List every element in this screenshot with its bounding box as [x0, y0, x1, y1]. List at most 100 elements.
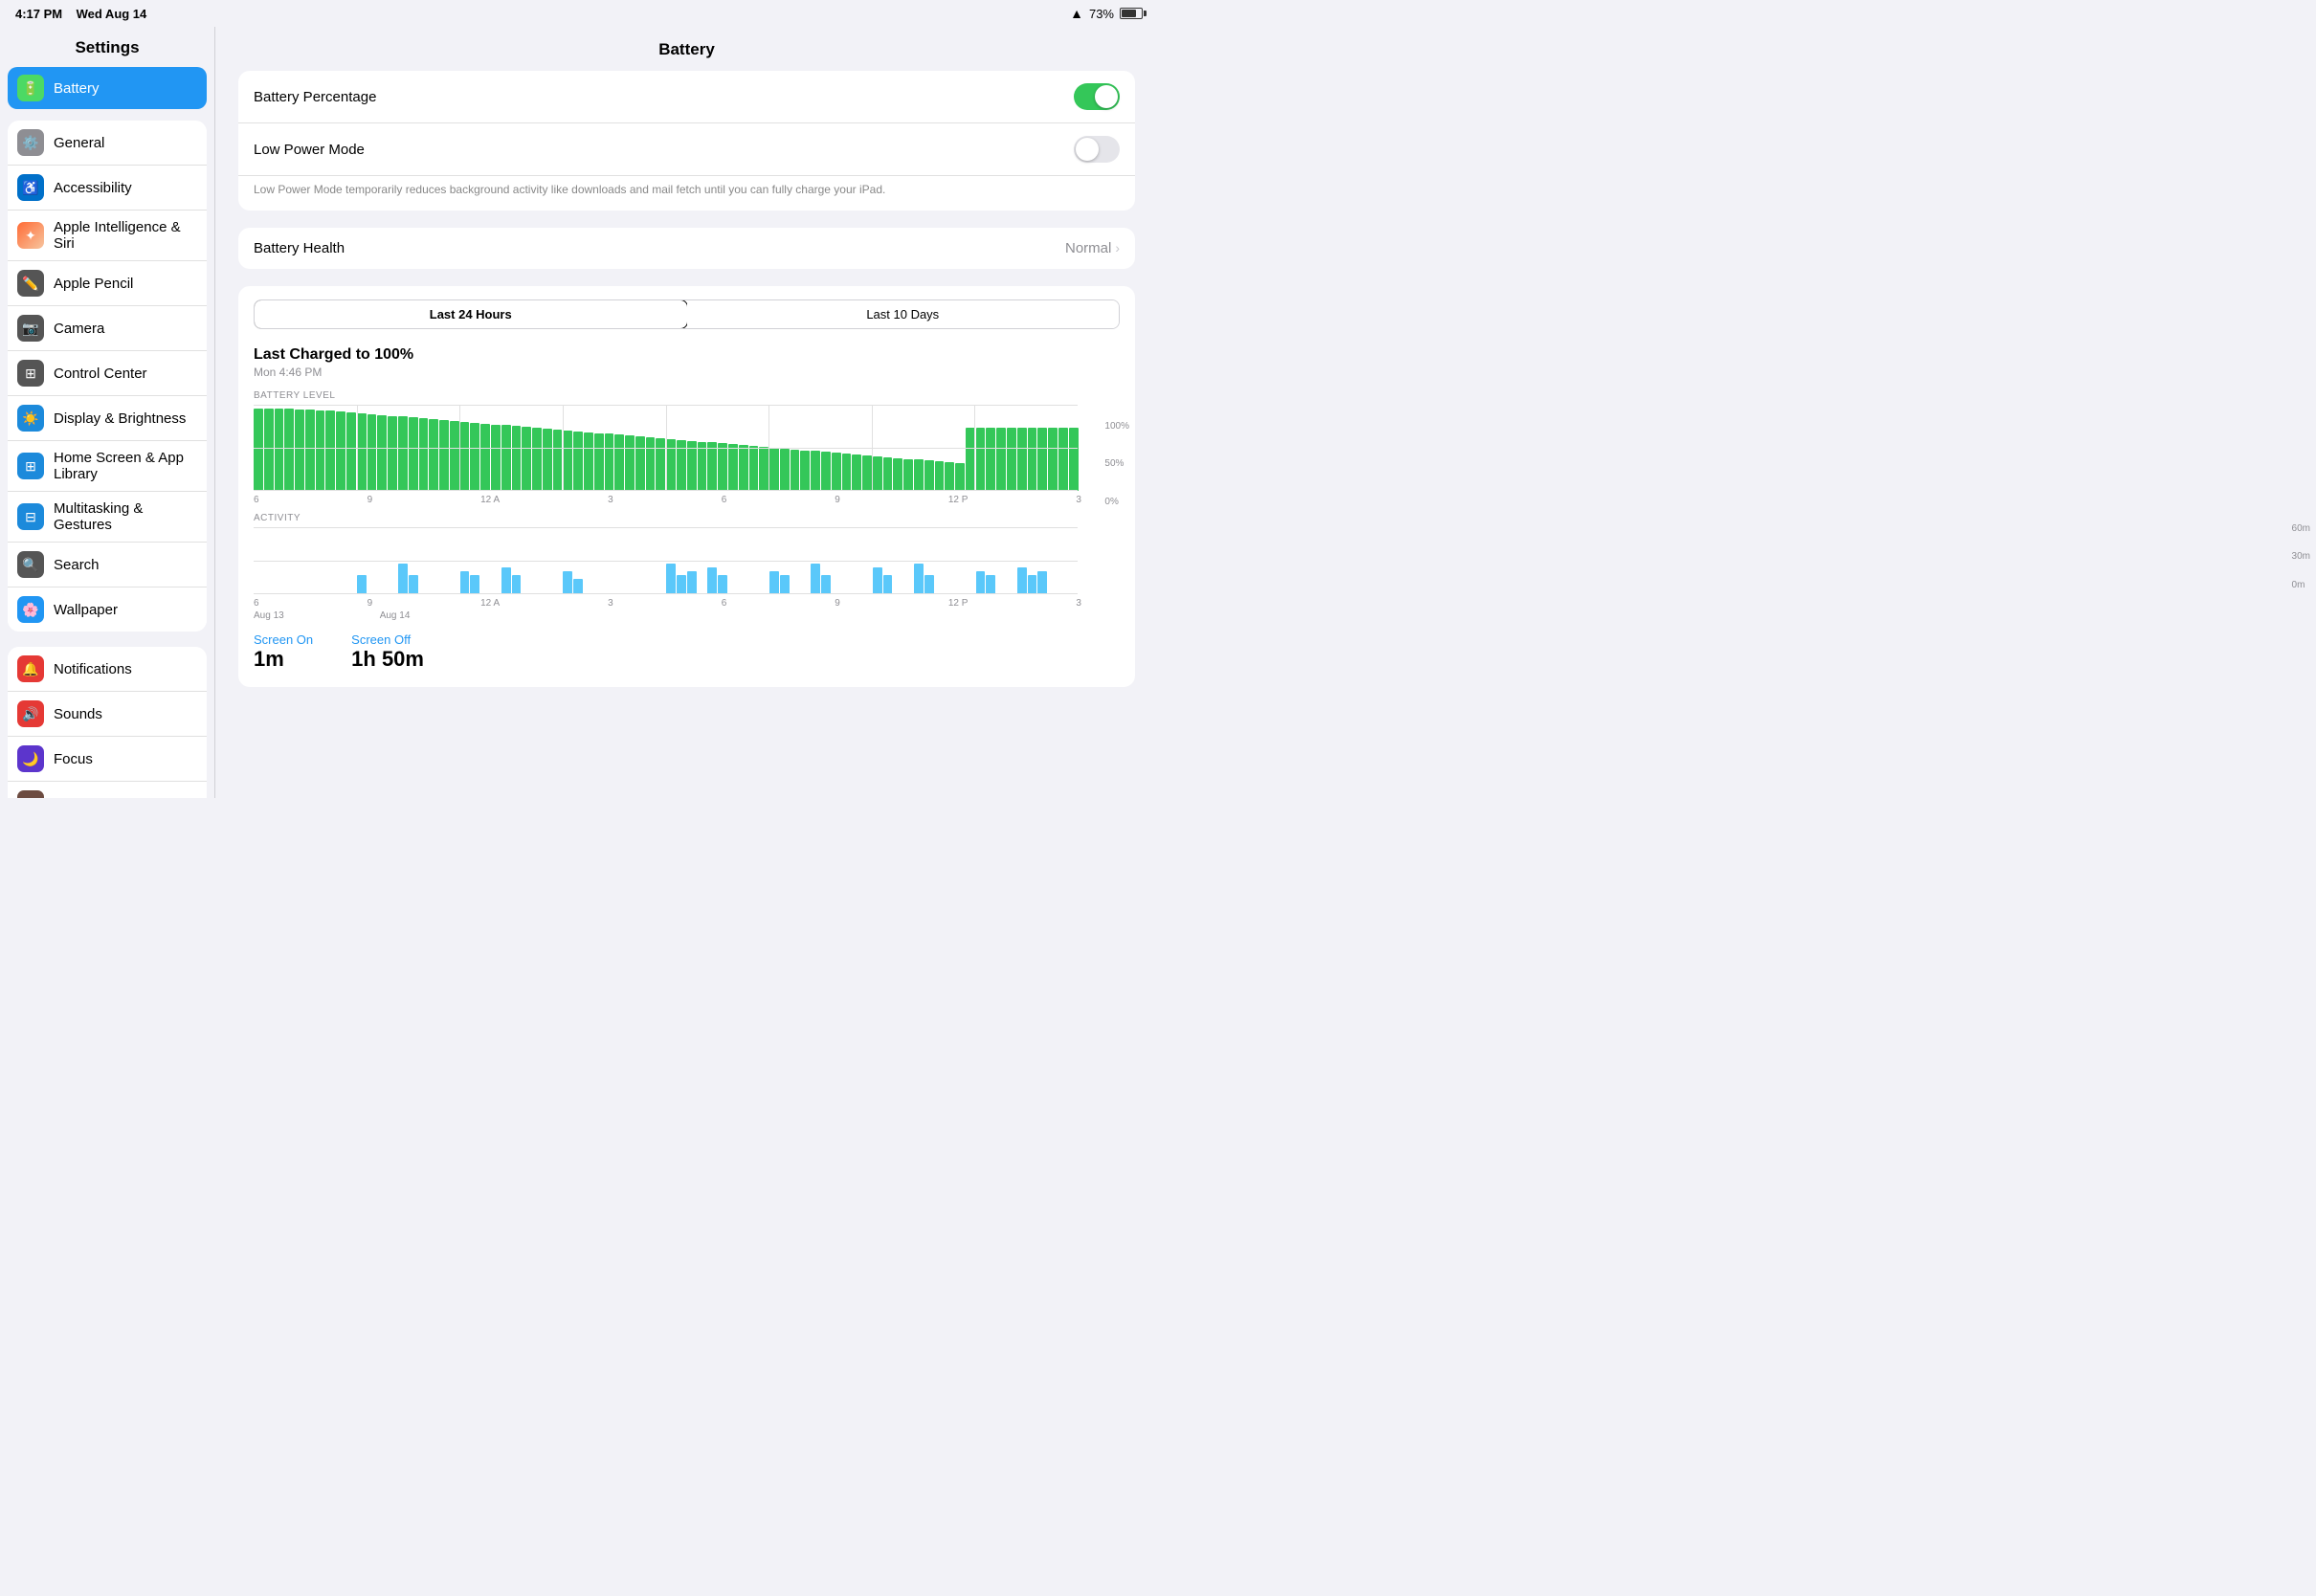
sidebar-item-ai[interactable]: ✦ Apple Intelligence & Siri — [8, 211, 207, 261]
battery-level-section: BATTERY LEVEL — [238, 390, 1135, 505]
battery-bar — [646, 437, 656, 491]
content-area: Battery Battery Percentage Low Power Mod… — [215, 27, 1158, 798]
battery-bar — [625, 435, 635, 491]
sidebar-item-screentime[interactable]: ⏱ Screen Time — [8, 782, 207, 798]
battery-percentage-toggle[interactable] — [1074, 83, 1120, 110]
battery-health-row[interactable]: Battery Health Normal › — [238, 228, 1135, 269]
battery-bar — [935, 461, 945, 491]
low-power-toggle[interactable] — [1074, 136, 1120, 163]
sidebar-ai-label: Apple Intelligence & Siri — [54, 219, 197, 252]
y-label-0: 0% — [1104, 497, 1129, 507]
activity-bar — [1017, 567, 1027, 594]
battery-bar — [1058, 428, 1068, 491]
low-power-note: Low Power Mode temporarily reduces backg… — [238, 176, 1135, 211]
battery-bar — [759, 447, 768, 491]
sidebar-item-multitask[interactable]: ⊟ Multitasking & Gestures — [8, 492, 207, 543]
battery-fill — [1122, 10, 1136, 17]
activity-bar — [573, 579, 583, 594]
battery-chart-card: Last 24 Hours Last 10 Days Last Charged … — [238, 286, 1135, 687]
ai-icon: ✦ — [17, 222, 44, 249]
xla-3a: 3 — [608, 598, 613, 609]
battery-bar — [409, 417, 418, 491]
battery-bar — [955, 463, 965, 491]
battery-bar — [450, 421, 459, 491]
xl-6a: 6 — [254, 495, 259, 505]
sidebar-multitask-label: Multitasking & Gestures — [54, 500, 197, 533]
sidebar-group-2: 🔔 Notifications 🔊 Sounds 🌙 Focus ⏱ Scree… — [8, 647, 207, 798]
sidebar-item-focus[interactable]: 🌙 Focus — [8, 737, 207, 782]
sidebar-wallpaper-label: Wallpaper — [54, 602, 118, 618]
activity-bar — [883, 575, 893, 594]
xla-6a: 6 — [254, 598, 259, 609]
xla-12a: 12 A — [480, 598, 500, 609]
sidebar-general-label: General — [54, 135, 104, 151]
status-indicators: ▲ 73% — [1070, 6, 1143, 21]
sidebar-item-home[interactable]: ⊞ Home Screen & App Library — [8, 441, 207, 492]
sidebar-item-sounds[interactable]: 🔊 Sounds — [8, 692, 207, 737]
sidebar-pencil-label: Apple Pencil — [54, 276, 133, 292]
activity-bar — [460, 571, 470, 594]
xl-12a: 12 A — [480, 495, 500, 505]
battery-level-label: BATTERY LEVEL — [254, 390, 1120, 401]
x-labels-activity: 6 9 12 A 3 6 9 12 P 3 — [254, 598, 1120, 609]
xl-12p: 12 P — [948, 495, 969, 505]
battery-toggles-card: Battery Percentage Low Power Mode Low Po… — [238, 71, 1135, 211]
sidebar-item-display[interactable]: ☀️ Display & Brightness — [8, 396, 207, 441]
sounds-icon: 🔊 — [17, 700, 44, 727]
sidebar-item-notifications[interactable]: 🔔 Notifications — [8, 647, 207, 692]
sidebar-item-general[interactable]: ⚙️ General — [8, 121, 207, 166]
sidebar-item-accessibility[interactable]: ♿ Accessibility — [8, 166, 207, 211]
chevron-icon: › — [1115, 240, 1120, 255]
xla-9a: 9 — [367, 598, 373, 609]
search-icon: 🔍 — [17, 551, 44, 578]
battery-bar — [996, 428, 1006, 491]
battery-bar — [656, 438, 665, 491]
sidebar-item-battery-selected[interactable]: 🔋 Battery — [8, 67, 207, 109]
sidebar-item-wallpaper[interactable]: 🌸 Wallpaper — [8, 587, 207, 632]
battery-bar — [532, 428, 542, 491]
battery-bar — [346, 412, 356, 491]
battery-bar — [718, 443, 727, 491]
activity-section: ACTIVITY 60m 30m 0m — [238, 513, 1135, 621]
sidebar-notifications-label: Notifications — [54, 661, 132, 677]
content-inner: Battery Percentage Low Power Mode Low Po… — [215, 71, 1158, 727]
activity-bar — [666, 564, 676, 594]
battery-bar — [305, 410, 315, 491]
battery-bar — [316, 410, 325, 491]
sidebar-camera-label: Camera — [54, 321, 104, 337]
activity-bar — [924, 575, 934, 594]
main-layout: Settings 🔋 Battery ⚙️ General ♿ Accessib… — [0, 27, 1158, 798]
battery-bar — [357, 413, 367, 491]
focus-icon: 🌙 — [17, 745, 44, 772]
battery-bar — [739, 445, 748, 491]
tab-24h[interactable]: Last 24 Hours — [254, 299, 688, 329]
sidebar-item-camera[interactable]: 📷 Camera — [8, 306, 207, 351]
sidebar-item-control[interactable]: ⊞ Control Center — [8, 351, 207, 396]
battery-bar — [791, 450, 800, 491]
home-icon: ⊞ — [17, 453, 44, 479]
activity-bar — [718, 575, 727, 594]
battery-bar — [842, 454, 852, 491]
tab-10d[interactable]: Last 10 Days — [687, 300, 1120, 328]
battery-bar — [470, 423, 479, 491]
sidebar-item-search[interactable]: 🔍 Search — [8, 543, 207, 587]
battery-bar — [325, 410, 335, 491]
battery-bar — [862, 455, 872, 491]
battery-bar — [1007, 428, 1016, 491]
battery-bar — [501, 425, 511, 490]
sidebar-search-label: Search — [54, 557, 100, 573]
date-aug14: Aug 14 — [380, 610, 411, 621]
battery-health-value: Normal — [1065, 240, 1111, 256]
multitask-icon: ⊟ — [17, 503, 44, 530]
status-bar: 4:17 PM Wed Aug 14 ▲ 73% — [0, 0, 1158, 27]
time-tabs: Last 24 Hours Last 10 Days — [254, 299, 1120, 329]
battery-bar — [429, 419, 438, 491]
battery-bar — [398, 416, 408, 490]
sidebar-item-pencil[interactable]: ✏️ Apple Pencil — [8, 261, 207, 306]
low-power-row: Low Power Mode — [238, 123, 1135, 176]
last-charged-info: Last Charged to 100% Mon 4:46 PM — [238, 339, 1135, 383]
screen-off-label: Screen Off — [351, 632, 424, 647]
screen-stats: Screen On 1m Screen Off 1h 50m — [238, 621, 1135, 687]
battery-bar — [749, 446, 759, 491]
vgrid-1 — [357, 405, 358, 491]
